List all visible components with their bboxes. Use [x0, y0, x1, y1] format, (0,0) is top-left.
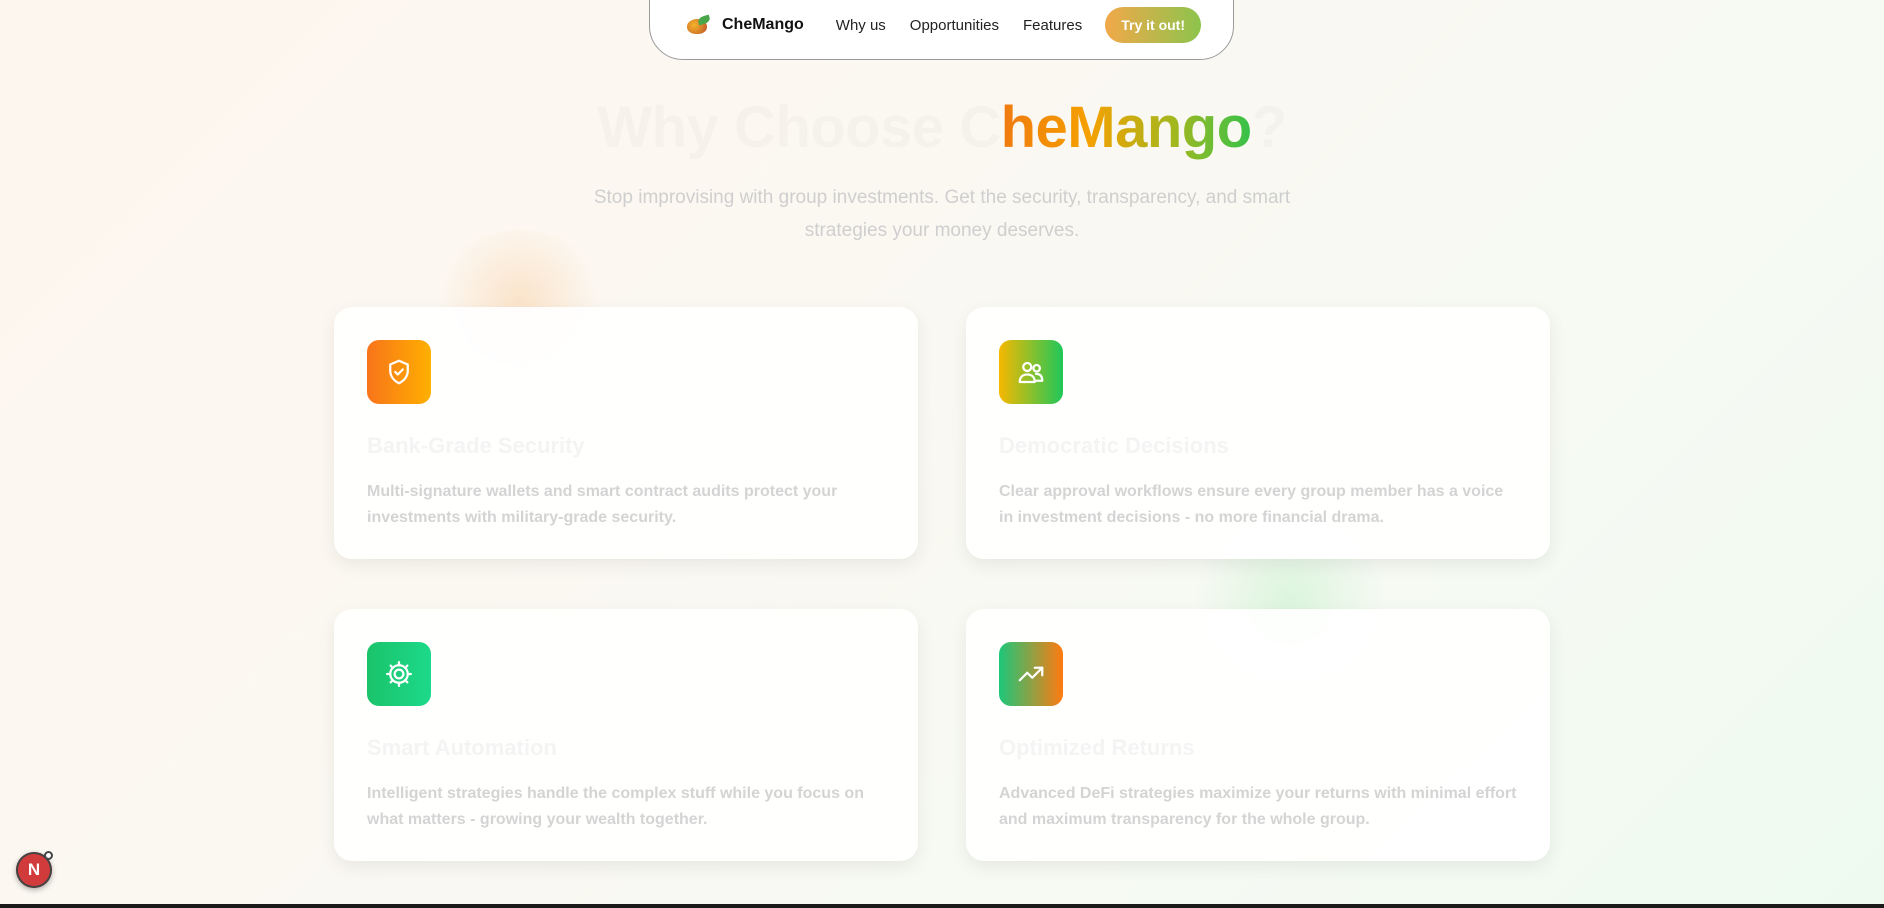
top-navbar: CheMango Why us Opportunities Features T… — [649, 0, 1234, 60]
feature-description: Multi-signature wallets and smart contra… — [367, 483, 838, 526]
feature-title: Optimized Returns — [999, 735, 1195, 760]
feature-description: Advanced DeFi strategies maximize your r… — [999, 785, 1517, 828]
mango-logo-icon — [686, 14, 712, 36]
trending-up-icon — [999, 642, 1063, 706]
page-headline: Why Choose CheMango? — [0, 92, 1884, 164]
nav-link-why-us[interactable]: Why us — [836, 17, 886, 34]
notification-dot-icon — [44, 851, 53, 860]
feature-card-returns: Optimized Returns Advanced DeFi strategi… — [966, 609, 1550, 861]
feature-description: Clear approval workflows ensure every gr… — [999, 483, 1504, 526]
headline-brand: heMango — [1000, 95, 1253, 160]
gear-icon — [367, 642, 431, 706]
nav-link-features[interactable]: Features — [1023, 17, 1082, 34]
nav-link-opportunities[interactable]: Opportunities — [910, 17, 999, 34]
hero-subtitle: Stop improvising with group investments.… — [593, 187, 1291, 241]
feature-title: Bank-Grade Security — [367, 433, 585, 458]
headline-lead: Why Choose C — [597, 95, 1000, 160]
users-icon — [999, 340, 1063, 404]
brand[interactable]: CheMango — [686, 14, 804, 36]
badge-letter: N — [27, 860, 41, 879]
shield-check-icon — [367, 340, 431, 404]
feature-title: Democratic Decisions — [999, 433, 1229, 458]
bottom-border — [0, 904, 1884, 908]
feature-card-security: Bank-Grade Security Multi-signature wall… — [334, 307, 918, 559]
dev-tools-badge[interactable]: N — [16, 851, 53, 888]
brand-name: CheMango — [722, 16, 804, 33]
headline-tail: ? — [1252, 95, 1287, 160]
feature-title: Smart Automation — [367, 735, 557, 760]
feature-card-automation: Smart Automation Intelligent strategies … — [334, 609, 918, 861]
feature-card-decisions: Democratic Decisions Clear approval work… — [966, 307, 1550, 559]
try-it-out-button[interactable]: Try it out! — [1105, 7, 1201, 43]
feature-description: Intelligent strategies handle the comple… — [367, 785, 864, 828]
